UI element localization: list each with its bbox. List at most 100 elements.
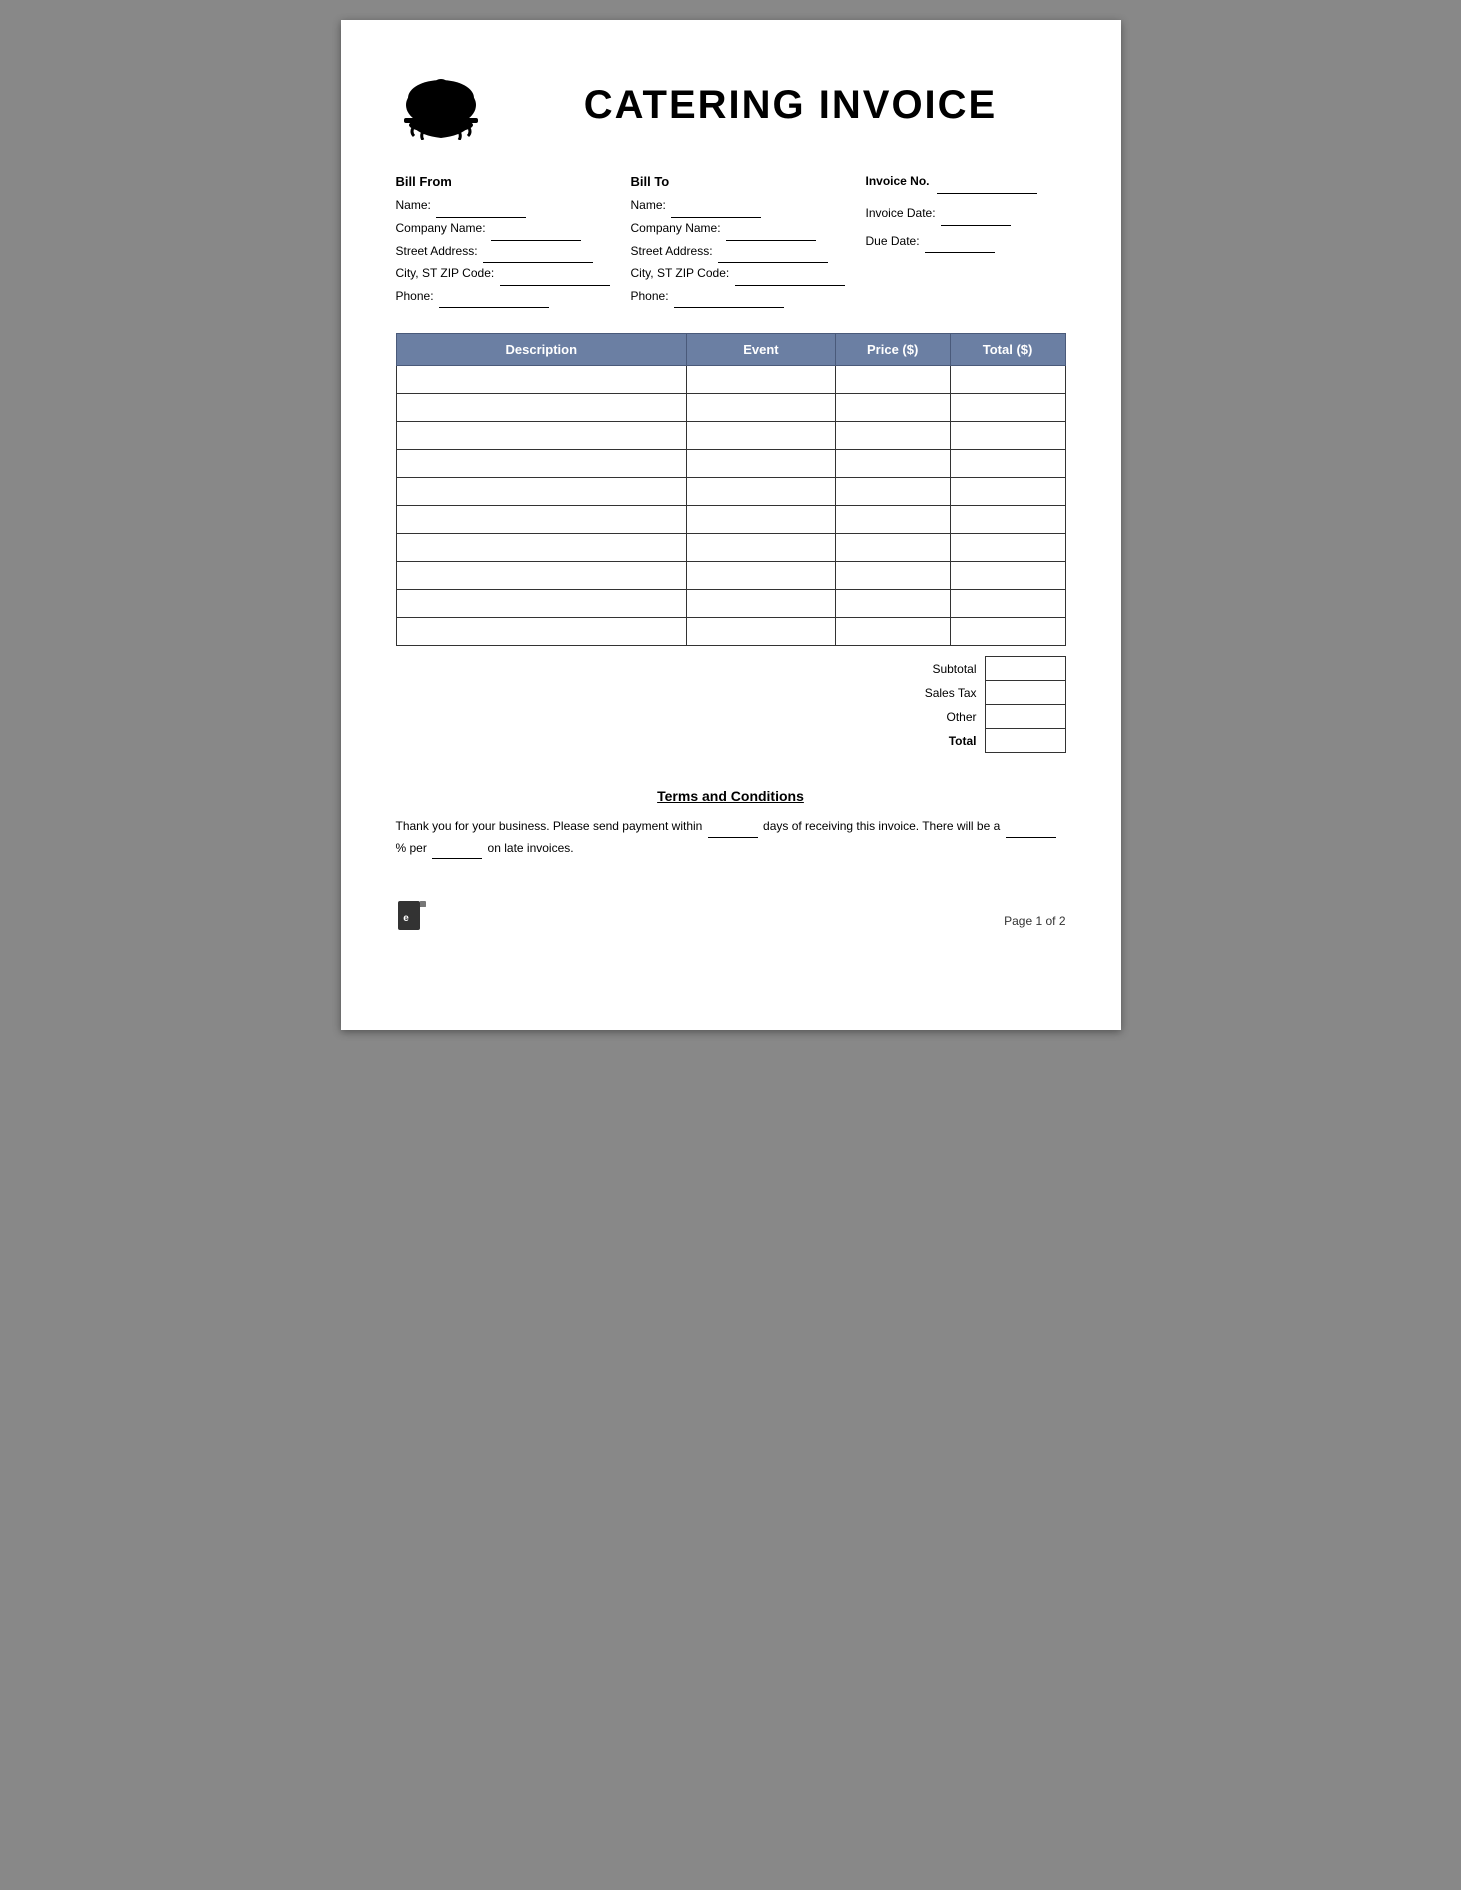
due-date-label: Due Date: [866,234,920,248]
terms-title: Terms and Conditions [396,788,1066,804]
price-cell[interactable] [835,450,950,478]
due-date-field[interactable] [925,230,995,254]
table-row [396,422,1065,450]
total-cell[interactable] [950,534,1065,562]
to-city-field[interactable] [735,263,845,286]
table-row [396,618,1065,646]
bill-to-city: City, ST ZIP Code: [631,263,866,286]
terms-text-part1: Thank you for your business. Please send… [396,819,703,833]
total-cell[interactable] [950,394,1065,422]
bill-from-label: Bill From [396,170,631,193]
price-cell[interactable] [835,534,950,562]
terms-text-part4: on late invoices. [488,841,574,855]
to-phone-field[interactable] [674,286,784,309]
total-cell[interactable] [950,506,1065,534]
terms-text-part3: % per [396,841,427,855]
payment-days-field[interactable] [708,816,758,837]
event-cell[interactable] [687,450,836,478]
invoice-date-row: Invoice Date: [866,202,1066,226]
total-value[interactable] [985,729,1065,753]
table-row [396,562,1065,590]
bill-to-street: Street Address: [631,241,866,264]
event-cell[interactable] [687,422,836,450]
total-cell[interactable] [950,450,1065,478]
price-cell[interactable] [835,590,950,618]
invoice-date-field[interactable] [941,202,1011,226]
total-cell[interactable] [950,478,1065,506]
other-row: Other [838,705,1065,729]
event-cell[interactable] [687,506,836,534]
table-header: Description Event Price ($) Total ($) [396,334,1065,366]
due-date-row: Due Date: [866,230,1066,254]
total-cell[interactable] [950,366,1065,394]
price-cell[interactable] [835,618,950,646]
desc-cell[interactable] [396,534,687,562]
subtotal-value[interactable] [985,657,1065,681]
desc-cell[interactable] [396,450,687,478]
col-header-description: Description [396,334,687,366]
to-name-field[interactable] [671,195,761,218]
total-cell[interactable] [950,590,1065,618]
from-city-field[interactable] [500,263,610,286]
table-row [396,394,1065,422]
total-cell[interactable] [950,618,1065,646]
from-name-field[interactable] [436,195,526,218]
from-phone-field[interactable] [439,286,549,309]
document-icon: e [396,899,428,937]
to-street-field[interactable] [718,241,828,264]
catering-icon [396,70,486,140]
event-cell[interactable] [687,590,836,618]
logo-area [396,70,516,140]
other-value[interactable] [985,705,1065,729]
svg-text:e: e [403,913,409,924]
price-cell[interactable] [835,394,950,422]
sales-tax-value[interactable] [985,681,1065,705]
invoice-no-row: Invoice No. [866,170,1066,194]
event-cell[interactable] [687,562,836,590]
event-cell[interactable] [687,618,836,646]
terms-section: Terms and Conditions Thank you for your … [396,788,1066,859]
table-row [396,450,1065,478]
from-company-field[interactable] [491,218,581,241]
table-row [396,506,1065,534]
desc-cell[interactable] [396,618,687,646]
invoice-table: Description Event Price ($) Total ($) [396,333,1066,646]
subtotal-label: Subtotal [838,657,985,681]
event-cell[interactable] [687,478,836,506]
price-cell[interactable] [835,366,950,394]
desc-cell[interactable] [396,422,687,450]
page-number: Page 1 of 2 [1004,914,1065,928]
bill-to-phone: Phone: [631,286,866,309]
total-cell[interactable] [950,422,1065,450]
invoice-date-label: Invoice Date: [866,206,936,220]
desc-cell[interactable] [396,506,687,534]
event-cell[interactable] [687,366,836,394]
cloche-svg [396,70,486,140]
price-cell[interactable] [835,506,950,534]
event-cell[interactable] [687,534,836,562]
bill-from-company: Company Name: [396,218,631,241]
table-row [396,590,1065,618]
bill-from-street: Street Address: [396,241,631,264]
late-period-field[interactable] [432,838,482,859]
to-company-field[interactable] [726,218,816,241]
bill-to-label: Bill To [631,170,866,193]
desc-cell[interactable] [396,590,687,618]
desc-cell[interactable] [396,394,687,422]
footer: e Page 1 of 2 [396,899,1066,942]
desc-cell[interactable] [396,366,687,394]
total-cell[interactable] [950,562,1065,590]
invoice-no-field[interactable] [937,170,1037,194]
from-street-field[interactable] [483,241,593,264]
event-cell[interactable] [687,394,836,422]
price-cell[interactable] [835,478,950,506]
col-header-event: Event [687,334,836,366]
other-label: Other [838,705,985,729]
price-cell[interactable] [835,562,950,590]
desc-cell[interactable] [396,562,687,590]
terms-text-part2: days of receiving this invoice. There wi… [763,819,1000,833]
price-cell[interactable] [835,422,950,450]
desc-cell[interactable] [396,478,687,506]
table-row [396,478,1065,506]
late-percent-field[interactable] [1006,816,1056,837]
